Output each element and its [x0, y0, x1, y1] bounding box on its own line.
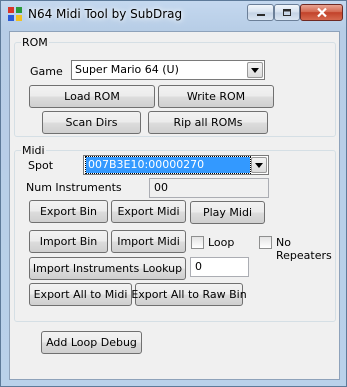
- play-midi-button[interactable]: Play Midi: [190, 201, 265, 224]
- no-repeaters-label[interactable]: No Repeaters: [276, 236, 339, 262]
- minimize-icon: [256, 13, 265, 16]
- no-repeaters-checkbox[interactable]: [259, 236, 272, 249]
- import-instruments-lookup-button[interactable]: Import Instruments Lookup: [29, 257, 186, 280]
- lookup-field[interactable]: 0: [190, 257, 249, 277]
- load-rom-button[interactable]: Load ROM: [29, 85, 155, 108]
- export-all-to-raw-bin-button[interactable]: Export All to Raw Bin: [131, 283, 247, 306]
- maximize-icon: [283, 8, 291, 16]
- write-rom-button[interactable]: Write ROM: [158, 85, 274, 108]
- import-midi-button[interactable]: Import Midi: [111, 230, 186, 253]
- close-button[interactable]: [300, 4, 343, 21]
- client-area: ROM Game Super Mario 64 (U) Load ROM Wri…: [9, 31, 340, 380]
- export-bin-button[interactable]: Export Bin: [29, 200, 108, 223]
- num-instruments-label: Num Instruments: [26, 181, 122, 194]
- window-title: N64 Midi Tool by SubDrag: [28, 7, 183, 21]
- scan-dirs-button[interactable]: Scan Dirs: [42, 111, 141, 134]
- spot-select-value: 007B3E10:00000270: [85, 156, 251, 174]
- spot-label: Spot: [28, 159, 54, 172]
- spot-select[interactable]: 007B3E10:00000270: [83, 155, 269, 175]
- game-select[interactable]: Super Mario 64 (U): [71, 60, 265, 80]
- minimize-button[interactable]: [247, 4, 274, 21]
- spot-select-dropdown-button[interactable]: [251, 157, 267, 173]
- game-select-value: Super Mario 64 (U): [75, 63, 179, 76]
- app-icon: [7, 6, 23, 22]
- chevron-down-icon: [255, 162, 263, 168]
- game-label: Game: [30, 65, 63, 78]
- maximize-button[interactable]: [274, 4, 300, 21]
- rom-group-legend: ROM: [22, 36, 48, 49]
- export-midi-button[interactable]: Export Midi: [111, 200, 186, 223]
- midi-group-legend: Midi: [22, 144, 45, 157]
- add-loop-debug-button[interactable]: Add Loop Debug: [41, 331, 142, 354]
- loop-label[interactable]: Loop: [208, 236, 234, 249]
- chevron-down-icon: [251, 67, 259, 73]
- export-all-to-midi-button[interactable]: Export All to Midi: [29, 283, 132, 306]
- num-instruments-field: 00: [149, 178, 269, 198]
- game-select-dropdown-button[interactable]: [247, 62, 263, 78]
- app-window: N64 Midi Tool by SubDrag ROM Game Super …: [0, 0, 347, 387]
- close-icon: [316, 7, 327, 18]
- import-bin-button[interactable]: Import Bin: [29, 230, 108, 253]
- loop-checkbox[interactable]: [191, 236, 204, 249]
- title-bar[interactable]: N64 Midi Tool by SubDrag: [1, 1, 346, 29]
- rip-all-roms-button[interactable]: Rip all ROMs: [148, 111, 268, 134]
